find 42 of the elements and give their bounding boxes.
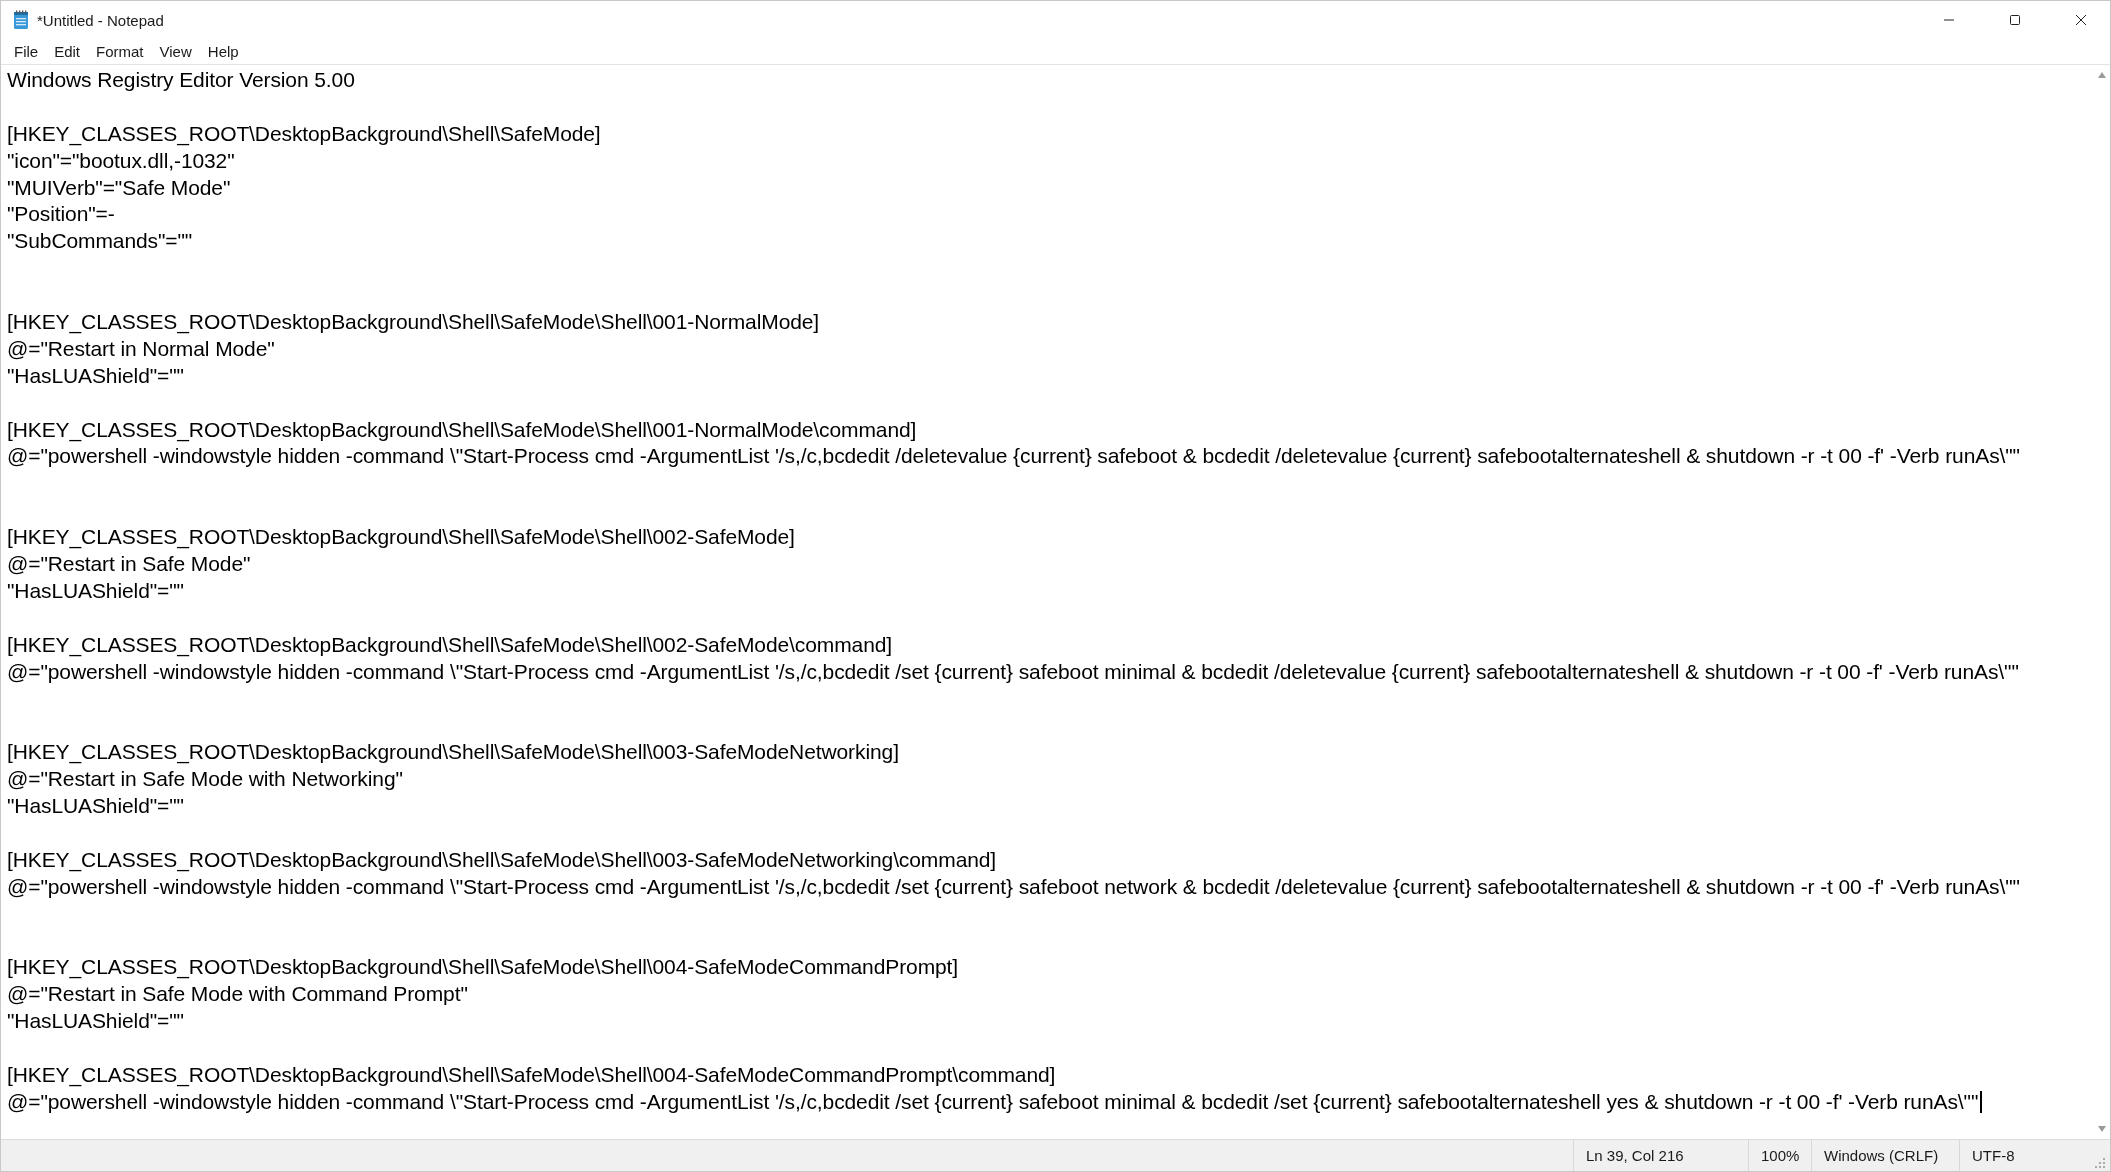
text-line: [HKEY_CLASSES_ROOT\DesktopBackground\Shell\SafeMode] (7, 120, 601, 148)
text-line: Windows Registry Editor Version 5.00 (7, 67, 355, 93)
cursor-position: Ln 39, Col 216 (1586, 1147, 1684, 1164)
maximize-icon (2009, 14, 2021, 26)
resize-grip-icon[interactable] (2092, 1155, 2106, 1169)
text-line: [HKEY_CLASSES_ROOT\DesktopBackground\Shell\SafeMode\Shell\001-NormalMode] (7, 309, 820, 336)
window-title: *Untitled - Notepad (37, 11, 164, 29)
text-line: "MUIVerb"="Safe Mode" (7, 174, 231, 201)
menu-item[interactable]: Help (200, 41, 246, 62)
text-line: [HKEY_CLASSES_ROOT\DesktopBackground\Shell\SafeMode\Shell\004-SafeModeCommandPrompt] (7, 954, 959, 981)
text-line: @="powershell -windowstyle hidden -command \"Start-Process cmd -ArgumentList '/s,/c,bcdedit /set {current} safeboot minimal & bcdedit /set {current} safebootalternateshell yes & shutdown -r -t 00 -f' -Verb runAs\"" (7, 1088, 1979, 1115)
text-line: [HKEY_CLASSES_ROOT\DesktopBackground\Shell\SafeMode\Shell\004-SafeModeCommandPrompt\command] (7, 1061, 1056, 1089)
text-line: @="Restart in Safe Mode" (7, 551, 251, 578)
text-line: "HasLUAShield"="" (7, 1008, 184, 1035)
menu-item[interactable]: Format (89, 41, 151, 62)
menu-item[interactable]: View (152, 41, 199, 62)
scroll-up-icon[interactable] (2096, 71, 2107, 79)
text-line: [HKEY_CLASSES_ROOT\DesktopBackground\Shell\SafeMode\Shell\002-SafeMode\command] (7, 631, 893, 659)
text-line: "Position"=- (7, 201, 115, 228)
text-line: @="Restart in Safe Mode with Command Prompt" (7, 981, 468, 1008)
text-line: "HasLUAShield"="" (7, 793, 184, 820)
text-line: "HasLUAShield"="" (7, 362, 184, 389)
text-line: "icon"="bootux.dll,-1032" (7, 147, 235, 174)
text-line: [HKEY_CLASSES_ROOT\DesktopBackground\Shell\SafeMode\Shell\002-SafeMode] (7, 524, 795, 551)
text-line: "HasLUAShield"="" (7, 577, 184, 604)
zoom-level: 100% (1761, 1147, 1800, 1164)
text-line: @="Restart in Safe Mode with Networking" (7, 766, 403, 793)
notepad-icon (13, 10, 29, 30)
text-line: [HKEY_CLASSES_ROOT\DesktopBackground\Shell\SafeMode\Shell\003-SafeModeNetworking\command] (7, 846, 997, 874)
menu-item[interactable]: File (7, 41, 46, 62)
encoding: UTF-8 (1972, 1147, 2015, 1164)
menu-item[interactable]: Edit (47, 41, 88, 62)
text-line: @="powershell -windowstyle hidden -command \"Start-Process cmd -ArgumentList '/s,/c,bcdedit /deletevalue {current} safeboot & bcdedit /deletevalue {current} safebootalternateshell & shutdown -r -t 00 -f' -Verb runAs\"" (7, 443, 2020, 470)
line-ending: Windows (CRLF) (1824, 1147, 1939, 1164)
scroll-down-icon[interactable] (2096, 1125, 2107, 1133)
text-line: @="Restart in Normal Mode" (7, 335, 275, 362)
text-line: [HKEY_CLASSES_ROOT\DesktopBackground\Shell\SafeMode\Shell\003-SafeModeNetworking] (7, 739, 899, 766)
text-line: @="powershell -windowstyle hidden -command \"Start-Process cmd -ArgumentList '/s,/c,bcdedit /set {current} safeboot network & bcdedit /deletevalue {current} safebootalternateshell & shutdown -r -t 00 -f' -Verb runAs\"" (7, 873, 2020, 900)
close-icon (2075, 14, 2087, 26)
text-line: "SubCommands"="" (7, 228, 193, 255)
text-line: [HKEY_CLASSES_ROOT\DesktopBackground\Shell\SafeMode\Shell\001-NormalMode\command] (7, 416, 917, 444)
text-line: @="powershell -windowstyle hidden -command \"Start-Process cmd -ArgumentList '/s,/c,bcdedit /set {current} safeboot minimal & bcdedit /deletevalue {current} safebootalternateshell & shutdown -r -t 00 -f' -Verb runAs\"" (7, 658, 2019, 685)
